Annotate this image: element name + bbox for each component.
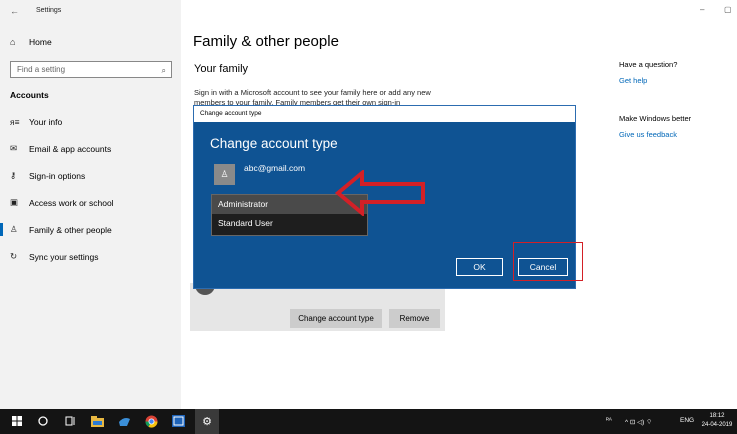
sidebar-nav: ᴙ≡ Your info ✉ Email & app accounts ⚷ Si… xyxy=(0,108,181,270)
clock[interactable]: 18:12 24-04-2019 xyxy=(700,412,734,430)
sidebar-item-label: Email & app accounts xyxy=(29,143,112,154)
sidebar-item-label: Sign-in options xyxy=(29,170,86,181)
clock-date: 24-04-2019 xyxy=(701,422,733,428)
sidebar-item-label: Your info xyxy=(29,116,63,127)
dialog-title-bar: Change account type xyxy=(194,106,575,122)
annotation-arrow-icon xyxy=(335,170,425,216)
key-icon: ⚷ xyxy=(10,170,17,180)
sidebar-item-email-accounts[interactable]: ✉ Email & app accounts xyxy=(0,135,181,162)
minimize-icon[interactable]: – xyxy=(700,5,704,14)
sidebar-item-your-info[interactable]: ᴙ≡ Your info xyxy=(0,108,181,135)
settings-gear-icon[interactable]: ⚙ xyxy=(199,413,215,429)
get-help-link[interactable]: Get help xyxy=(619,76,647,85)
search-placeholder: Find a setting xyxy=(17,65,66,74)
app-title: Settings xyxy=(36,7,62,14)
search-icon[interactable]: ⌕ xyxy=(162,63,166,78)
sidebar-item-access-work[interactable]: ▣ Access work or school xyxy=(0,189,181,216)
sidebar-item-label: Family & other people xyxy=(29,224,112,235)
user-avatar-icon: ♙ xyxy=(214,164,235,185)
title-bar: ← Settings xyxy=(0,0,181,24)
task-view-icon[interactable] xyxy=(62,413,78,429)
file-explorer-icon[interactable] xyxy=(89,413,105,429)
outlook-icon[interactable] xyxy=(170,413,186,429)
language-indicator[interactable]: ENG xyxy=(680,417,694,424)
taskbar: ⚙ ᴿᴬ ^ ⊡ ◁) ⌔ ENG 18:12 24-04-2019 xyxy=(0,409,737,434)
cancel-highlight-box xyxy=(513,242,583,281)
option-standard-user[interactable]: Standard User xyxy=(212,214,367,233)
maximize-icon[interactable]: ▢ xyxy=(724,5,732,14)
home-label: Home xyxy=(29,37,52,47)
sidebar-item-sync[interactable]: ↻ Sync your settings xyxy=(0,243,181,270)
windows-start-icon[interactable] xyxy=(9,413,25,429)
feedback-link[interactable]: Give us feedback xyxy=(619,130,677,139)
accounts-section-label: Accounts xyxy=(10,90,49,100)
back-arrow-icon[interactable]: ← xyxy=(10,6,19,16)
windows-better-heading: Make Windows better xyxy=(619,114,692,123)
search-input[interactable]: Find a setting ⌕ xyxy=(10,61,172,78)
ok-button[interactable]: OK xyxy=(456,258,503,276)
sync-icon: ↻ xyxy=(10,251,18,261)
sidebar-item-family[interactable]: ♙ Family & other people xyxy=(0,216,181,243)
remove-button[interactable]: Remove xyxy=(389,309,440,328)
account-email: abc@gmail.com xyxy=(244,163,306,173)
family-description: Sign in with a Microsoft account to see … xyxy=(194,88,431,106)
system-tray-icons[interactable]: ^ ⊡ ◁) ⌔ xyxy=(625,417,652,426)
people-icon[interactable]: ᴿᴬ xyxy=(606,417,612,424)
sidebar-item-label: Sync your settings xyxy=(29,251,99,262)
cortana-search-icon[interactable] xyxy=(35,413,51,429)
home-nav-item[interactable]: ⌂ Home xyxy=(10,37,52,47)
store-bag-icon[interactable] xyxy=(116,413,132,429)
settings-window: ← Settings ⌂ Home Find a setting ⌕ Accou… xyxy=(0,0,737,409)
home-icon: ⌂ xyxy=(10,37,16,47)
mail-icon: ✉ xyxy=(10,143,18,153)
sidebar-item-sign-in-options[interactable]: ⚷ Sign-in options xyxy=(0,162,181,189)
page-title: Family & other people xyxy=(193,33,339,50)
question-heading: Have a question? xyxy=(619,60,678,69)
person-lines-icon: ᴙ≡ xyxy=(10,116,20,127)
dialog-heading: Change account type xyxy=(210,136,338,151)
clock-time: 18:12 xyxy=(709,413,725,419)
your-family-heading: Your family xyxy=(194,63,249,75)
person-add-icon: ♙ xyxy=(10,224,18,234)
briefcase-icon: ▣ xyxy=(10,197,19,207)
chrome-icon[interactable] xyxy=(143,413,159,429)
change-account-type-button[interactable]: Change account type xyxy=(290,309,382,328)
sidebar-item-label: Access work or school xyxy=(29,197,114,208)
sidebar: ← Settings ⌂ Home Find a setting ⌕ Accou… xyxy=(0,0,181,409)
